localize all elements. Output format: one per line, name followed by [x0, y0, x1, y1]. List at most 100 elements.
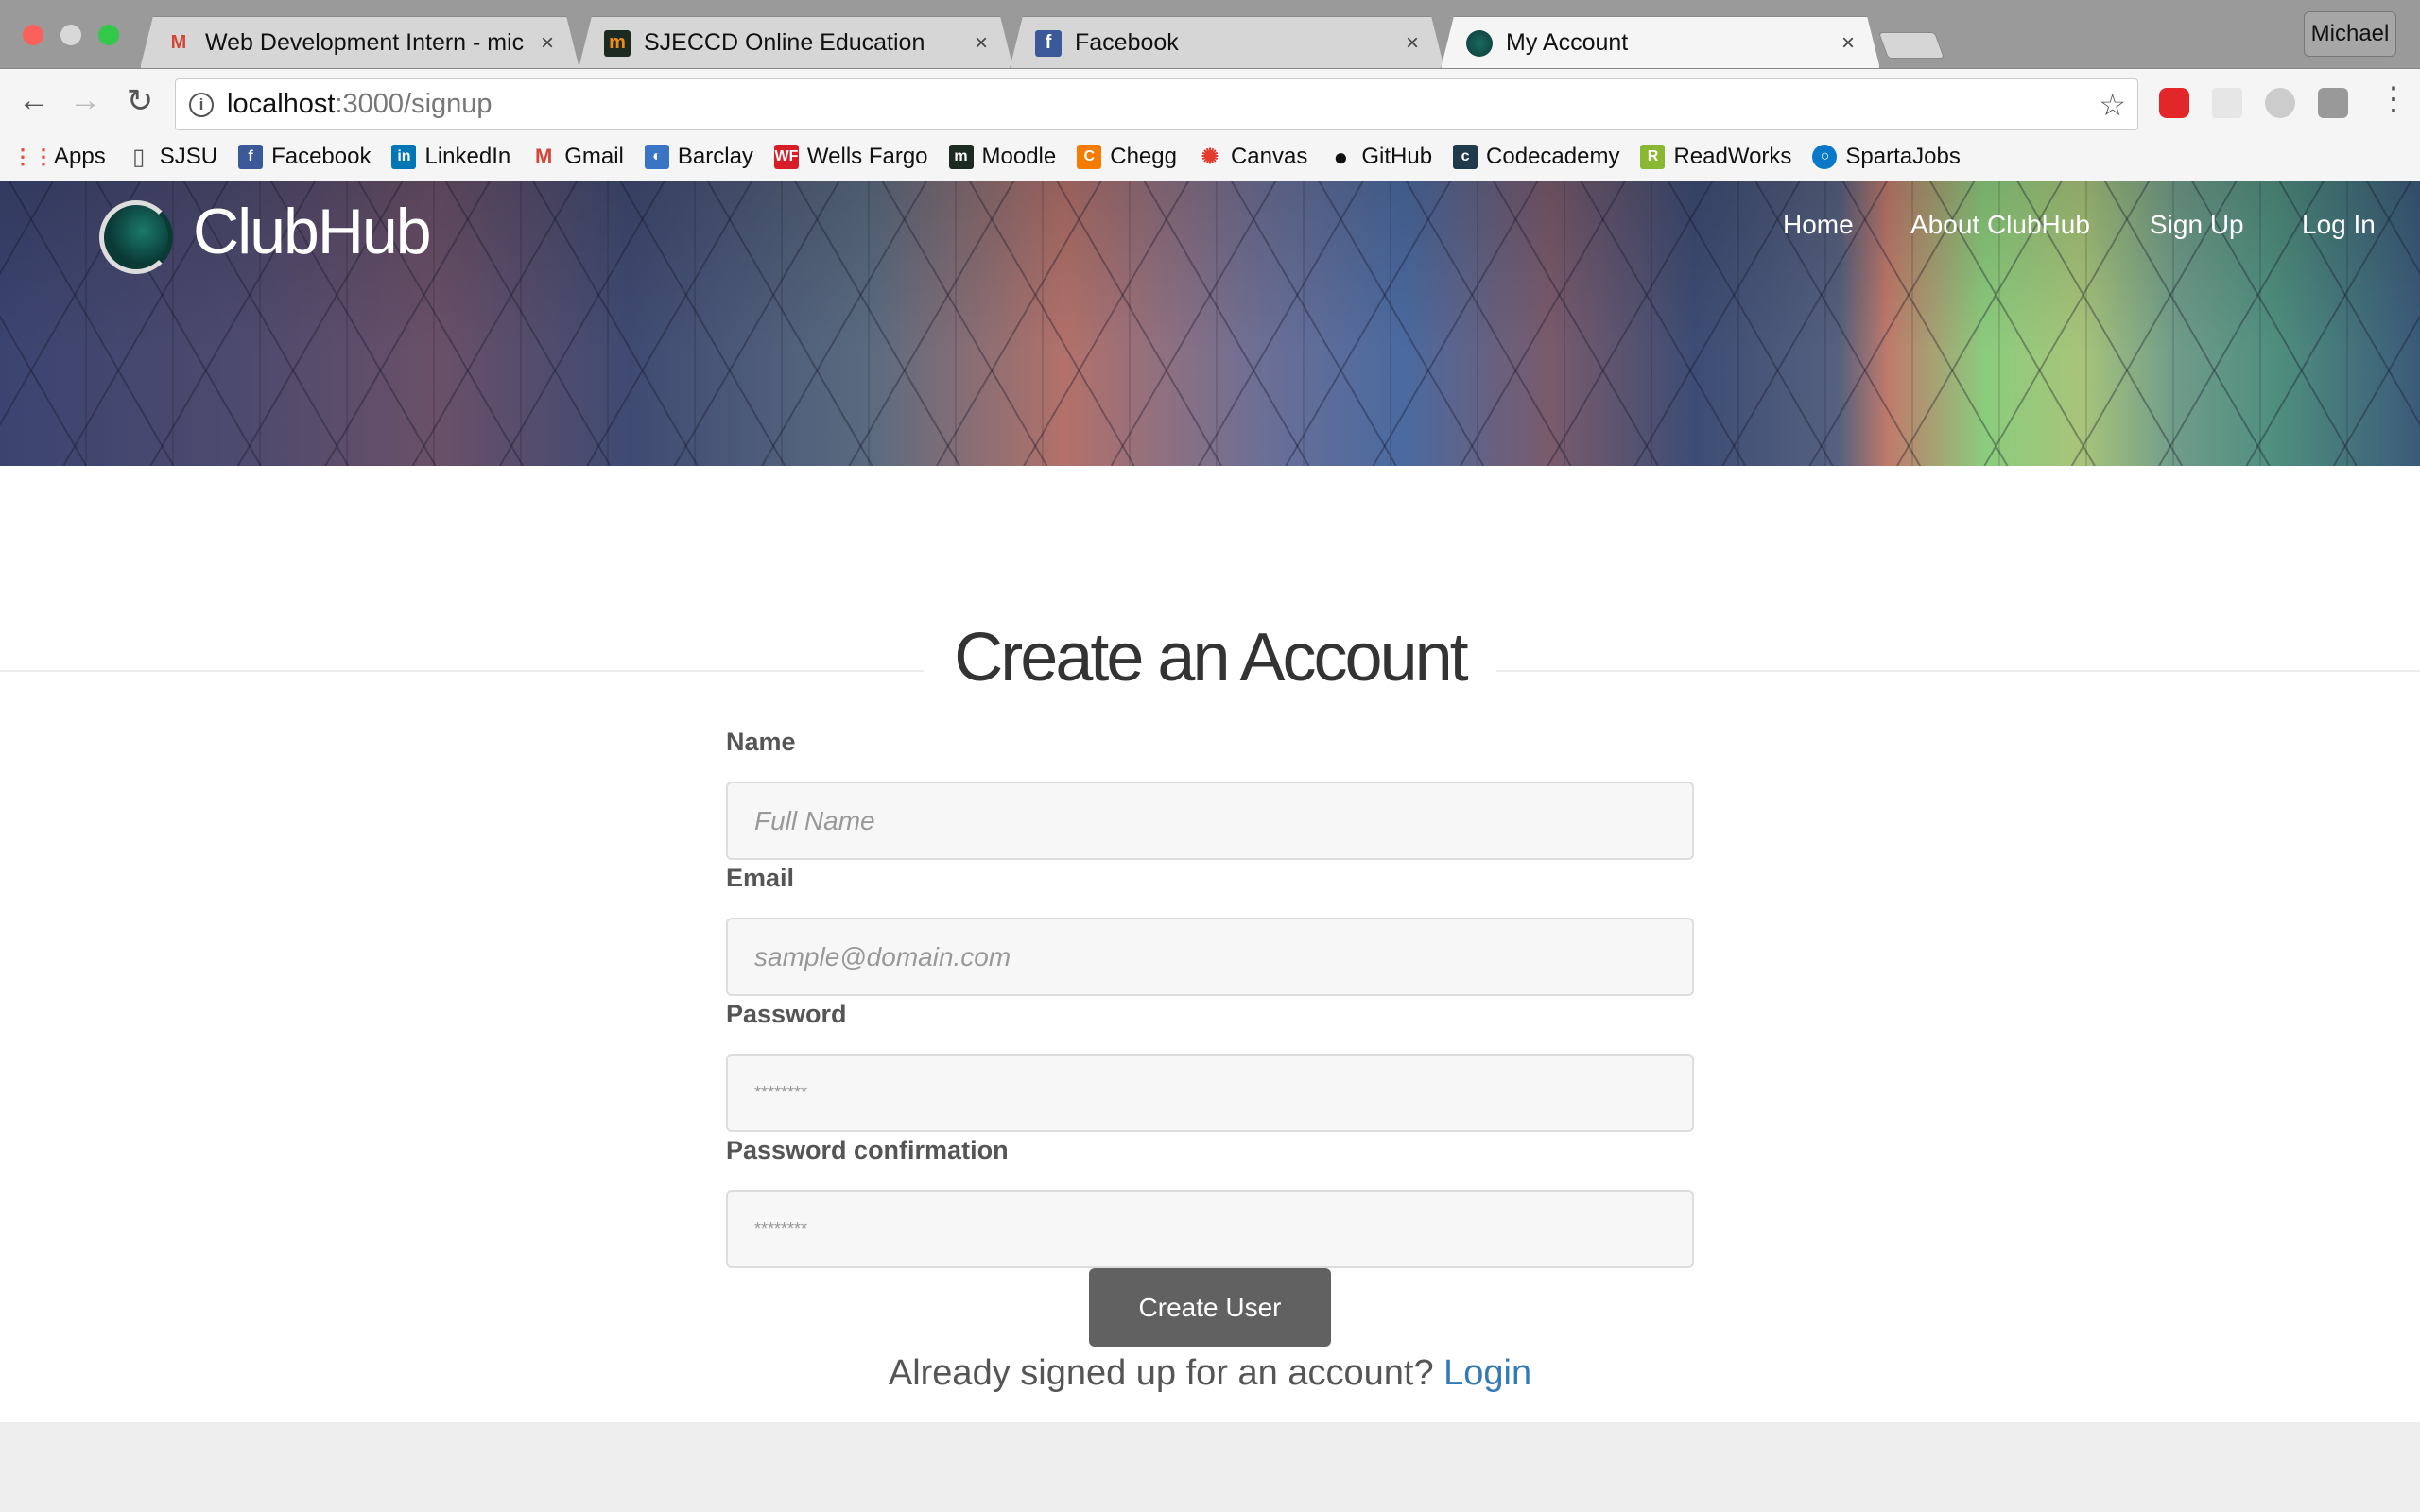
- bookmark-gmail[interactable]: M Gmail: [531, 144, 624, 170]
- close-tab-icon[interactable]: ×: [1841, 30, 1855, 57]
- adblock-icon[interactable]: [2159, 88, 2189, 118]
- password-label: Password: [726, 1000, 847, 1028]
- close-tab-icon[interactable]: ×: [541, 30, 554, 57]
- bookmark-label: LinkedIn: [424, 144, 511, 169]
- page-icon: ▯: [132, 144, 146, 170]
- address-bar[interactable]: i localhost:3000/signup ☆: [175, 78, 2138, 130]
- nav-log-in[interactable]: Log In: [2302, 210, 2376, 240]
- close-window-button[interactable]: [23, 25, 43, 45]
- tab-sjeccd[interactable]: m SJECCD Online Education ×: [579, 16, 1013, 69]
- zoom-window-button[interactable]: [98, 25, 119, 45]
- bookmark-label: Barclay: [677, 144, 753, 169]
- facebook-icon: f: [238, 145, 264, 169]
- bookmark-facebook[interactable]: f Facebook: [238, 144, 371, 170]
- password-input[interactable]: [726, 1054, 1694, 1132]
- barclay-icon: ◐: [644, 145, 669, 169]
- minimize-window-button[interactable]: [60, 25, 81, 45]
- email-label: Email: [726, 864, 795, 892]
- page-title: Create an Account: [0, 619, 2420, 696]
- linkedin-icon: in: [391, 145, 417, 169]
- bookmark-star-icon[interactable]: ☆: [2099, 87, 2126, 123]
- extension-shield-icon[interactable]: [2318, 88, 2348, 118]
- bookmark-label: Gmail: [564, 144, 624, 169]
- bookmark-label: Moodle: [981, 144, 1057, 169]
- bookmark-canvas[interactable]: ✺ Canvas: [1198, 144, 1308, 170]
- bookmark-label: SJSU: [159, 144, 218, 169]
- page-title-text: Create an Account: [924, 620, 1496, 696]
- canvas-icon: ✺: [1201, 145, 1219, 168]
- bookmark-label: ReadWorks: [1673, 144, 1792, 169]
- gmail-icon: M: [535, 145, 553, 168]
- moodle-icon: m: [948, 145, 974, 169]
- extension-m-icon[interactable]: [2265, 88, 2295, 118]
- bookmark-github[interactable]: ● GitHub: [1328, 142, 1433, 171]
- clubhub-logo[interactable]: [99, 200, 173, 274]
- email-input[interactable]: [726, 918, 1694, 996]
- login-prompt: Already signed up for an account? Login: [0, 1353, 2420, 1394]
- wells-fargo-icon: WF: [773, 145, 799, 169]
- facebook-icon: f: [1035, 30, 1062, 57]
- nav-home[interactable]: Home: [1783, 210, 1854, 240]
- bookmark-label: Apps: [54, 144, 106, 169]
- tab-facebook[interactable]: f Facebook ×: [1010, 16, 1444, 69]
- menu-icon[interactable]: ⋮: [2377, 80, 2410, 118]
- close-tab-icon[interactable]: ×: [1406, 30, 1419, 57]
- site-header: ClubHub Home About ClubHub Sign Up Log I…: [0, 181, 2420, 466]
- extension-icon[interactable]: [2212, 88, 2242, 118]
- tab-title: Facebook: [1075, 29, 1179, 56]
- bookmark-barclay[interactable]: ◐ Barclay: [644, 144, 753, 170]
- bookmark-label: GitHub: [1361, 144, 1433, 169]
- codecademy-icon: c: [1453, 145, 1478, 169]
- bookmark-spartajobs[interactable]: ○ SpartaJobs: [1812, 144, 1961, 170]
- bookmark-label: SpartaJobs: [1845, 144, 1961, 169]
- bookmark-label: Canvas: [1230, 144, 1308, 169]
- apps-grid-icon: ⋮⋮: [12, 145, 54, 168]
- tab-title: SJECCD Online Education: [644, 29, 925, 56]
- bookmark-chegg[interactable]: C Chegg: [1077, 144, 1177, 170]
- readworks-icon: R: [1640, 145, 1666, 169]
- bookmark-label: Facebook: [271, 144, 372, 169]
- profile-button[interactable]: Michael: [2304, 11, 2396, 57]
- bookmark-readworks[interactable]: R ReadWorks: [1640, 144, 1791, 170]
- tab-gmail[interactable]: M Web Development Intern - mic ×: [140, 16, 579, 69]
- reload-button[interactable]: ↻: [119, 82, 161, 120]
- gmail-icon: M: [170, 32, 187, 53]
- create-user-button[interactable]: Create User: [1089, 1268, 1331, 1347]
- moodle-icon: m: [604, 30, 631, 57]
- bookmark-label: Codecademy: [1486, 144, 1620, 169]
- chegg-icon: C: [1077, 145, 1102, 169]
- bookmark-apps[interactable]: ⋮⋮ Apps: [12, 144, 106, 170]
- tab-title: Web Development Intern - mic: [205, 29, 525, 56]
- new-tab-button[interactable]: [1877, 32, 1945, 59]
- browser-toolbar: ← → ↻ i localhost:3000/signup ☆ ⋮ ⋮⋮ Apps…: [0, 68, 2420, 181]
- page-footer: [0, 1422, 2420, 1512]
- name-input[interactable]: [726, 782, 1694, 860]
- bookmark-label: Wells Fargo: [806, 144, 928, 169]
- tab-strip: M Web Development Intern - mic × m SJECC…: [0, 0, 2420, 68]
- tab-title: My Account: [1506, 29, 1629, 56]
- bookmark-label: Chegg: [1110, 144, 1177, 169]
- login-link[interactable]: Login: [1443, 1353, 1531, 1393]
- close-tab-icon[interactable]: ×: [975, 30, 988, 57]
- login-prompt-text: Already signed up for an account?: [888, 1353, 1444, 1393]
- bookmark-sjsu[interactable]: ▯ SJSU: [127, 144, 217, 170]
- nav-sign-up[interactable]: Sign Up: [2150, 210, 2244, 240]
- name-label: Name: [726, 728, 796, 756]
- clubhub-icon: [1466, 30, 1493, 57]
- nav-about[interactable]: About ClubHub: [1910, 210, 2090, 240]
- tab-my-account[interactable]: My Account ×: [1441, 16, 1880, 69]
- bookmarks-bar: ⋮⋮ Apps ▯ SJSU f Facebook in LinkedIn M Gmail ◐ Bar…: [0, 131, 2420, 182]
- github-icon: ●: [1333, 142, 1349, 171]
- brand-name[interactable]: ClubHub: [193, 195, 432, 268]
- password-confirmation-input[interactable]: [726, 1190, 1694, 1268]
- info-icon[interactable]: i: [189, 92, 214, 117]
- back-button[interactable]: ←: [13, 82, 55, 119]
- spartajobs-icon: ○: [1812, 145, 1838, 169]
- forward-button[interactable]: →: [64, 82, 106, 119]
- url-path: :3000/signup: [335, 89, 493, 119]
- bookmark-moodle[interactable]: m Moodle: [948, 144, 1057, 170]
- url-host: localhost: [227, 89, 336, 119]
- bookmark-codecademy[interactable]: c Codecademy: [1453, 144, 1619, 170]
- bookmark-linkedin[interactable]: in LinkedIn: [391, 144, 510, 170]
- bookmark-wells-fargo[interactable]: WF Wells Fargo: [773, 144, 928, 170]
